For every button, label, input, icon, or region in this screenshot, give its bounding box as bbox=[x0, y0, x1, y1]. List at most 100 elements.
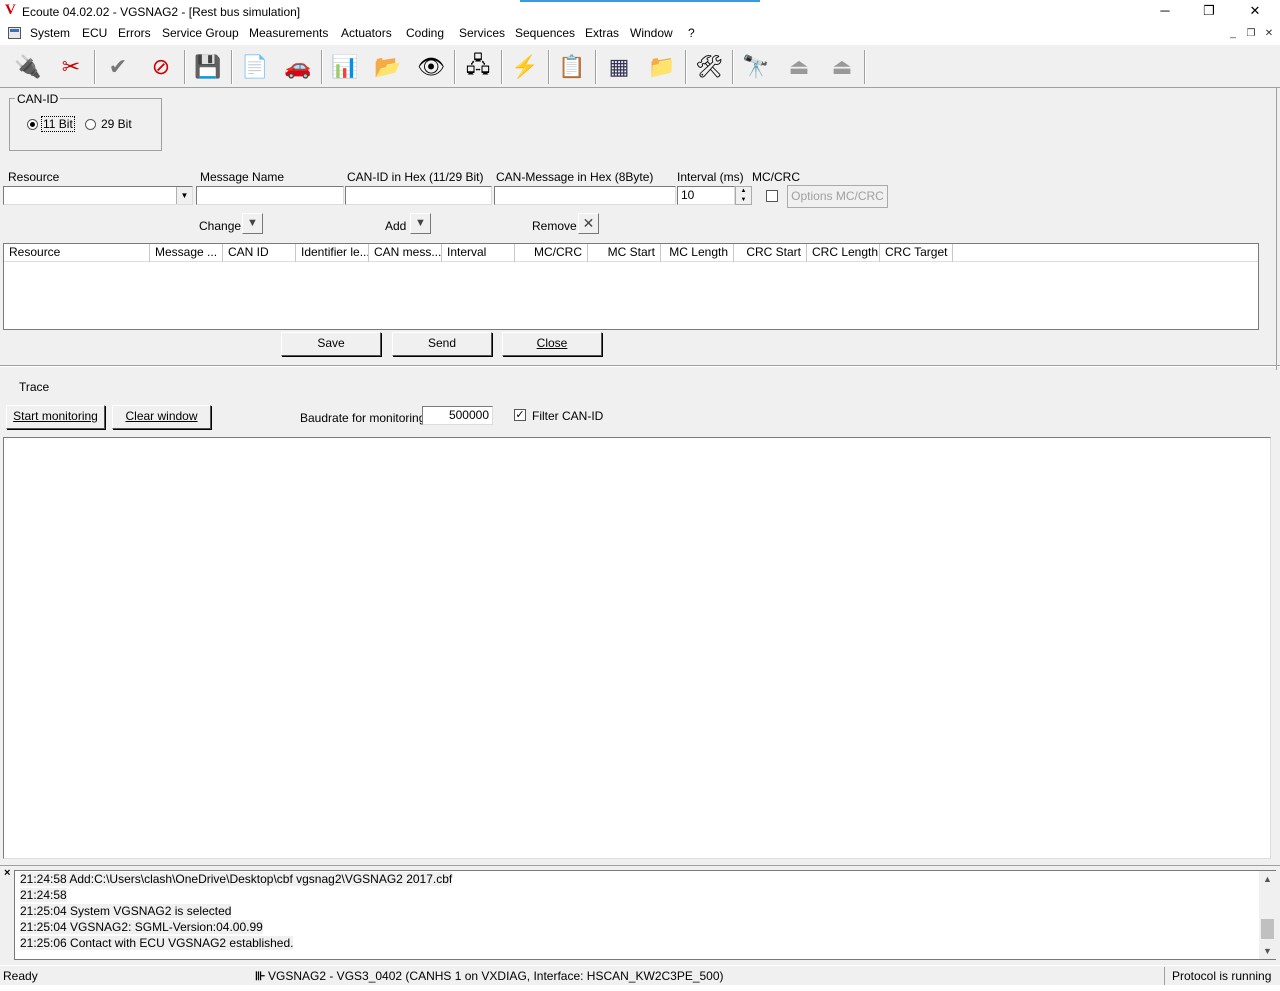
resource-combo[interactable]: ▼ bbox=[3, 186, 193, 205]
scroll-down-icon[interactable]: ▼ bbox=[1259, 943, 1276, 959]
options-mccrc-button[interactable]: Options MC/CRC bbox=[787, 185, 888, 208]
mdi-minimize-button[interactable]: _ bbox=[1226, 27, 1240, 41]
radio-11bit-label[interactable]: 11 Bit bbox=[41, 116, 75, 132]
canid-hex-input[interactable] bbox=[345, 186, 492, 205]
interval-spinner[interactable]: ▲ ▼ bbox=[735, 186, 752, 205]
message-name-input[interactable] bbox=[196, 186, 344, 205]
message-table[interactable]: Resource Message ... CAN ID Identifier l… bbox=[3, 243, 1259, 330]
send-button[interactable]: Send bbox=[392, 332, 492, 356]
menu-window[interactable]: Window bbox=[628, 26, 675, 40]
section-separator bbox=[0, 365, 1280, 367]
menu-extras[interactable]: Extras bbox=[583, 26, 621, 40]
col-mc-start[interactable]: MC Start bbox=[588, 244, 661, 262]
trace-output[interactable] bbox=[3, 437, 1271, 859]
network-icon[interactable]: 🖧 bbox=[459, 49, 497, 85]
connect-icon[interactable]: 🔌 bbox=[9, 49, 47, 85]
scroll-up-icon[interactable]: ▲ bbox=[1259, 871, 1276, 887]
ecu-info-icon[interactable]: 💾 bbox=[189, 49, 227, 85]
save-button[interactable]: Save bbox=[281, 332, 381, 356]
col-can-message[interactable]: CAN mess... bbox=[369, 244, 442, 262]
eye-icon[interactable]: 👁 bbox=[412, 49, 450, 85]
log-close-icon[interactable]: × bbox=[4, 867, 10, 879]
document-glasses-icon[interactable]: 📄 bbox=[236, 49, 274, 85]
toolbar-separator bbox=[595, 50, 597, 84]
log-scrollbar[interactable]: ▲ ▼ bbox=[1259, 871, 1276, 959]
menu-actuators[interactable]: Actuators bbox=[339, 26, 394, 40]
no-check-icon[interactable]: ⊘ bbox=[142, 49, 180, 85]
close-button[interactable]: Close bbox=[502, 332, 602, 356]
status-bar: Ready ⊪ VGSNAG2 - VGS3_0402 (CANHS 1 on … bbox=[0, 965, 1280, 987]
toolbar-separator bbox=[685, 50, 687, 84]
trace-title: Trace bbox=[19, 380, 50, 394]
menu-sequences[interactable]: Sequences bbox=[513, 26, 577, 40]
interval-input[interactable]: 10 bbox=[677, 186, 735, 205]
document-window-icon[interactable] bbox=[8, 27, 21, 39]
list-document-icon[interactable]: 📋 bbox=[553, 49, 591, 85]
scroll-thumb[interactable] bbox=[1261, 919, 1274, 939]
remove-label: Remove bbox=[532, 219, 577, 233]
disconnect-icon[interactable]: ✂ bbox=[52, 49, 90, 85]
mccrc-checkbox[interactable] bbox=[766, 190, 778, 202]
col-identifier[interactable]: Identifier le... bbox=[296, 244, 369, 262]
mdi-restore-button[interactable]: ❐ bbox=[1244, 27, 1258, 41]
plug-disabled-icon[interactable]: ⏏ bbox=[823, 49, 861, 85]
menu-ecu[interactable]: ECU bbox=[80, 26, 109, 40]
check-icon[interactable]: ✔ bbox=[99, 49, 137, 85]
menu-help[interactable]: ? bbox=[686, 26, 697, 40]
menu-coding[interactable]: Coding bbox=[404, 26, 446, 40]
remove-x-icon[interactable]: ✕ bbox=[578, 213, 599, 234]
maximize-button[interactable]: ❐ bbox=[1186, 0, 1232, 24]
start-monitoring-button[interactable]: Start monitoring bbox=[6, 405, 105, 429]
col-mc-length[interactable]: MC Length bbox=[661, 244, 734, 262]
lightning-icon[interactable]: ⚡ bbox=[506, 49, 544, 85]
plug-icon[interactable]: ⏏ bbox=[780, 49, 818, 85]
mdi-close-button[interactable]: ✕ bbox=[1262, 27, 1276, 41]
radio-29bit[interactable] bbox=[85, 119, 96, 130]
log-line: 21:24:58 Add:C:\Users\clash\OneDrive\Des… bbox=[20, 872, 453, 886]
clear-window-button[interactable]: Clear window bbox=[112, 405, 211, 429]
col-interval[interactable]: Interval bbox=[442, 244, 515, 262]
folder-arrow-icon[interactable]: 📂 bbox=[369, 49, 407, 85]
radio-29bit-label[interactable]: 29 Bit bbox=[101, 117, 132, 131]
log-list[interactable]: 21:24:58 Add:C:\Users\clash\OneDrive\Des… bbox=[14, 870, 1276, 960]
folder-open-icon[interactable]: 📁 bbox=[643, 49, 681, 85]
add-label: Add bbox=[385, 219, 407, 233]
col-canid[interactable]: CAN ID bbox=[223, 244, 296, 262]
toolbar-separator bbox=[454, 50, 456, 84]
spin-up-icon[interactable]: ▲ bbox=[736, 187, 751, 195]
measurement-window-icon[interactable]: 📊 bbox=[326, 49, 364, 85]
menu-measurements[interactable]: Measurements bbox=[247, 26, 330, 40]
tools-icon[interactable]: 🛠 bbox=[690, 49, 728, 85]
menu-services[interactable]: Services bbox=[457, 26, 507, 40]
baudrate-label: Baudrate for monitoring: bbox=[300, 411, 429, 425]
canmsg-hex-input[interactable] bbox=[494, 186, 676, 205]
message-name-label: Message Name bbox=[200, 170, 285, 184]
chevron-down-icon[interactable]: ▼ bbox=[176, 187, 192, 204]
col-crc-target[interactable]: CRC Target bbox=[880, 244, 953, 262]
filter-canid-checkbox[interactable]: ✓ bbox=[514, 409, 526, 421]
baudrate-input[interactable]: 500000 bbox=[422, 406, 493, 425]
toolbar-separator bbox=[548, 50, 550, 84]
col-resource[interactable]: Resource bbox=[4, 244, 150, 262]
binoculars-icon[interactable]: 🔭 bbox=[737, 49, 775, 85]
menu-system[interactable]: System bbox=[28, 26, 72, 40]
filter-canid-label: Filter CAN-ID bbox=[532, 409, 604, 423]
col-crc-length[interactable]: CRC Length bbox=[807, 244, 880, 262]
minimize-button[interactable]: ─ bbox=[1142, 0, 1188, 24]
menu-service-group[interactable]: Service Group bbox=[160, 26, 241, 40]
col-message[interactable]: Message ... bbox=[150, 244, 223, 262]
add-arrow-icon[interactable]: ▼ bbox=[410, 213, 431, 234]
col-crc-start[interactable]: CRC Start bbox=[734, 244, 807, 262]
menu-errors[interactable]: Errors bbox=[116, 26, 153, 40]
close-window-button[interactable]: ✕ bbox=[1232, 0, 1278, 24]
toolbar-separator bbox=[231, 50, 233, 84]
toolbar-separator bbox=[732, 50, 734, 84]
spin-down-icon[interactable]: ▼ bbox=[736, 196, 751, 204]
radio-11bit[interactable] bbox=[27, 119, 38, 130]
car-icon[interactable]: 🚗 bbox=[279, 49, 317, 85]
canid-legend: CAN-ID bbox=[15, 92, 61, 106]
table-icon[interactable]: ▦ bbox=[600, 49, 638, 85]
change-arrow-icon[interactable]: ▼ bbox=[242, 213, 263, 234]
toolbar: 🔌 ✂ ✔ ⊘ 💾 📄 🚗 📊 📂 👁 🖧 ⚡ 📋 ▦ 📁 🛠 🔭 ⏏ ⏏ bbox=[0, 44, 1280, 88]
col-mccrc[interactable]: MC/CRC bbox=[515, 244, 588, 262]
